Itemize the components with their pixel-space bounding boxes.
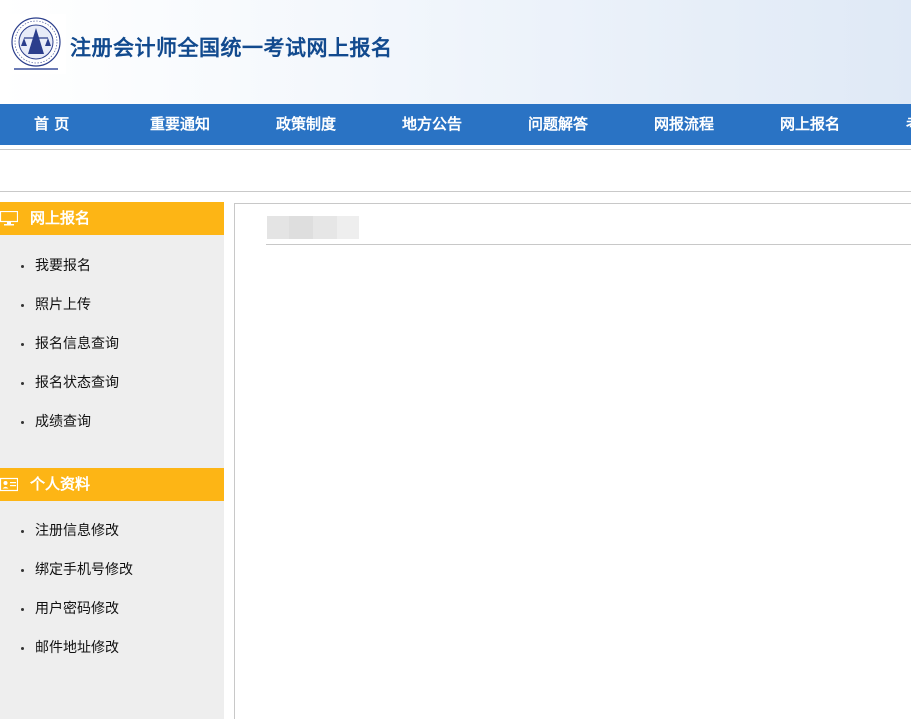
- bullet-icon: [21, 421, 24, 424]
- bullet-icon: [21, 608, 24, 611]
- divider-line: [0, 149, 911, 150]
- content-title-underline: [266, 244, 911, 245]
- sidebar-item-register[interactable]: 我要报名: [0, 254, 224, 278]
- computer-icon: [0, 211, 18, 226]
- sidebar-item-label: 用户密码修改: [35, 601, 119, 617]
- bullet-icon: [21, 647, 24, 650]
- sidebar: 网上报名 我要报名 照片上传 报名信息查询 报名状态查询 成绩查询 个人资料 注…: [0, 202, 224, 719]
- sidebar-item-label: 照片上传: [35, 297, 91, 313]
- site-header: 注册会计师全国统一考试网上报名: [0, 0, 911, 104]
- bullet-icon: [21, 304, 24, 307]
- sidebar-item-label: 邮件地址修改: [35, 640, 119, 656]
- sidebar-item-label: 注册信息修改: [35, 523, 119, 539]
- sidebar-item-edit-registration-info[interactable]: 注册信息修改: [0, 519, 224, 543]
- sidebar-item-edit-password[interactable]: 用户密码修改: [0, 597, 224, 621]
- nav-item-process[interactable]: 网报流程: [654, 104, 714, 145]
- section-personal-info: 个人资料: [0, 468, 224, 501]
- section-title: 个人资料: [30, 475, 91, 493]
- nav-item-notices[interactable]: 重要通知: [150, 104, 210, 145]
- id-card-icon: [0, 477, 18, 492]
- divider-line: [0, 191, 911, 192]
- sidebar-item-label: 我要报名: [35, 258, 91, 274]
- main-nav: 首 页 重要通知 政策制度 地方公告 问题解答 网报流程 网上报名 考: [0, 104, 911, 145]
- cicpa-emblem-icon[interactable]: [6, 14, 66, 74]
- loading-placeholder: [267, 216, 359, 239]
- section-title: 网上报名: [30, 209, 91, 227]
- section-online-registration: 网上报名: [0, 202, 224, 235]
- bullet-icon: [21, 569, 24, 572]
- sidebar-item-label: 报名信息查询: [35, 336, 119, 352]
- sidebar-item-label: 成绩查询: [35, 414, 91, 430]
- site-title: 注册会计师全国统一考试网上报名: [70, 36, 393, 60]
- sidebar-item-registration-status-query[interactable]: 报名状态查询: [0, 371, 224, 395]
- bullet-icon: [21, 530, 24, 533]
- sidebar-item-label: 绑定手机号修改: [35, 562, 133, 578]
- sidebar-item-photo-upload[interactable]: 照片上传: [0, 293, 224, 317]
- sidebar-item-registration-info-query[interactable]: 报名信息查询: [0, 332, 224, 356]
- bullet-icon: [21, 343, 24, 346]
- nav-item-online-registration[interactable]: 网上报名: [780, 104, 840, 145]
- nav-item-faq[interactable]: 问题解答: [528, 104, 588, 145]
- sidebar-item-score-query[interactable]: 成绩查询: [0, 410, 224, 434]
- nav-item-local-announcements[interactable]: 地方公告: [402, 104, 462, 145]
- bullet-icon: [21, 382, 24, 385]
- nav-item-exam[interactable]: 考: [906, 104, 911, 145]
- sidebar-item-edit-phone[interactable]: 绑定手机号修改: [0, 558, 224, 582]
- sidebar-item-label: 报名状态查询: [35, 375, 119, 391]
- nav-item-policies[interactable]: 政策制度: [276, 104, 336, 145]
- sidebar-item-edit-email[interactable]: 邮件地址修改: [0, 636, 224, 660]
- bullet-icon: [21, 265, 24, 268]
- content-panel: [234, 203, 911, 719]
- nav-item-home[interactable]: 首 页: [34, 104, 69, 145]
